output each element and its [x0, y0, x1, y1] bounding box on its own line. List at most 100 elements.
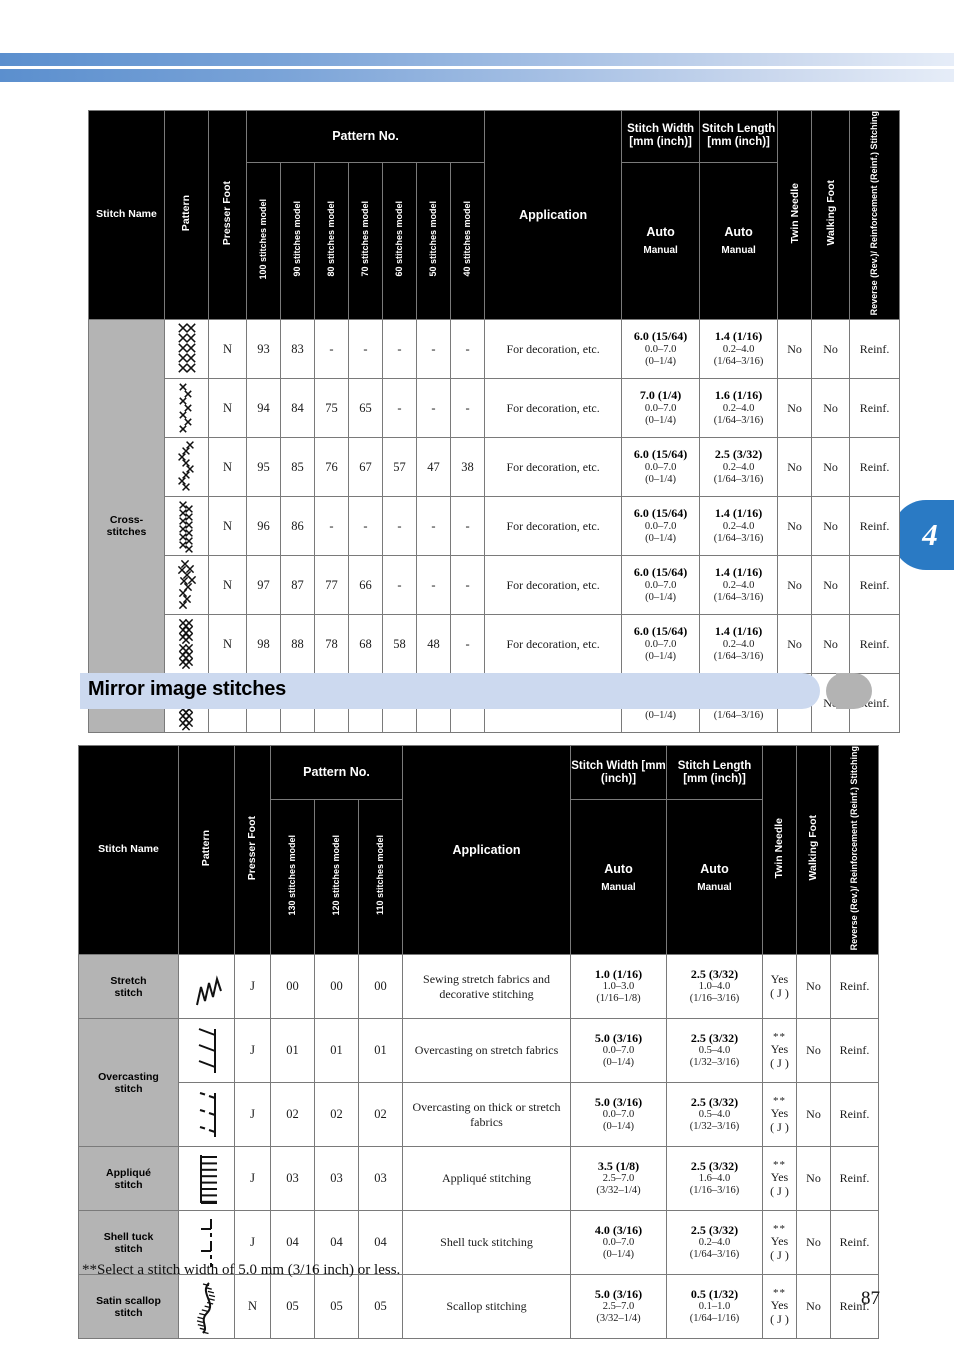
cell-presser-foot: N: [208, 496, 247, 557]
table-row: J 02 02 02 Overcasting on thick or stretch f…: [79, 1082, 879, 1148]
cell-stitch-width: 6.0 (15/64)0.0–7.0(0–1/4): [621, 496, 701, 557]
th-twin-needle: Twin Needle: [777, 109, 813, 321]
cell-pattern-no-1: 85: [280, 437, 315, 498]
cell-twin-needle: ** Yes( J ): [762, 1018, 797, 1084]
th2-stitch-length: Stitch Length [mm (inch)]: [666, 744, 763, 801]
table-row: N 95 85 76 67 57 47 38 For decoration, etc. 6.0 (…: [89, 437, 901, 498]
th2-walking-foot: Walking Foot: [796, 744, 831, 956]
cell-pattern-no-1: 00: [314, 954, 359, 1020]
cell-stitch-length: 2.5 (3/32) 1.0–4.0 (1/16–3/16): [666, 954, 763, 1020]
table-row: N 94 84 75 65- - - For decoration, etc. 7.0 (1/4…: [89, 378, 901, 439]
cell-walking-foot: No: [796, 1210, 831, 1276]
th-reverse-reinforcement: Reverse (Rev.)/ Reinforcement (Reinf.) S…: [849, 109, 901, 321]
cell-pattern-no-2: 05: [358, 1274, 403, 1340]
th-model-3: 70 stitches model: [348, 161, 383, 321]
cell-pattern-no-5: -: [416, 378, 451, 439]
cell-twin-needle: ** Yes( J ): [762, 1274, 797, 1340]
table-row: Appliqué stitch J 03 03 03 Appliqué stitching 3…: [78, 1146, 879, 1212]
th-model-6: 40 stitches model: [449, 161, 486, 321]
cell-stitch-width: 6.0 (15/64)0.0–7.0(0–1/4): [621, 319, 701, 380]
cell-reverse: Reinf.: [830, 1082, 879, 1148]
cell-presser-foot: J: [234, 1146, 271, 1212]
cell-pattern-no-3: 67: [348, 437, 383, 498]
th2-model-0: 130 stitches model: [270, 799, 315, 956]
stitch-pattern-icon: [164, 378, 209, 439]
cell-pattern-no-2: 01: [358, 1018, 403, 1084]
table-row: Cross-stitches N 93 83- - - - - For decoration, …: [88, 319, 901, 734]
th-model-4: 60 stitches model: [382, 161, 417, 321]
cell-pattern-no-6: 38: [449, 437, 486, 498]
cell-pattern-no-0: 94: [246, 378, 281, 439]
header-bar-upper: [0, 53, 954, 66]
cell-pattern-no-5: -: [416, 555, 451, 616]
cross-stitches-table: Stitch Name Pattern Presser Foot Pattern…: [88, 109, 901, 734]
cell-presser-foot: N: [234, 1274, 271, 1340]
stitch-pattern-icon: [164, 437, 209, 498]
table-row: Stretch stitch J 00 00 00 Sewing stretch fabri…: [78, 954, 879, 1020]
table-row: N 98 88 78 68 58 48- For decoration, etc. 6.0 (1…: [89, 614, 901, 675]
cell-application: For decoration, etc.: [484, 319, 623, 380]
cell-stitch-name: Satin scallop stitch: [78, 1274, 179, 1340]
th-width-auto-manual: Auto Manual: [621, 161, 701, 321]
manual-page: 4 Stitch Name Pattern Presser Foot Patte…: [0, 0, 954, 1348]
stitch-pattern-icon: [178, 1082, 235, 1148]
section-heading: Mirror image stitches: [80, 673, 876, 709]
th-walking-foot: Walking Foot: [811, 109, 851, 321]
cell-pattern-no-0: 97: [246, 555, 281, 616]
stitch-pattern-icon: [178, 1274, 235, 1340]
th-model-1: 90 stitches model: [280, 161, 315, 321]
cell-presser-foot: N: [208, 319, 247, 380]
cell-stitch-length: 1.4 (1/16)0.2–4.0(1/64–3/16): [699, 614, 779, 675]
table-row: N 97 87 77 66- - - For decoration, etc. 6.0 (15/…: [89, 555, 901, 616]
stitch-pattern-icon: [164, 614, 209, 675]
footnote: **Select a stitch width of 5.0 mm (3/16 …: [82, 1262, 401, 1278]
cell-application: For decoration, etc.: [484, 614, 623, 675]
cell-reverse: Reinf.: [849, 378, 901, 439]
cell-pattern-no-5: 48: [416, 614, 451, 675]
cell-application: For decoration, etc.: [484, 378, 623, 439]
cell-pattern-no-4: 57: [382, 437, 417, 498]
cell-pattern-no-0: 93: [246, 319, 281, 380]
cell-stitch-length: 1.4 (1/16)0.2–4.0(1/64–3/16): [699, 496, 779, 557]
cell-walking-foot: No: [811, 437, 851, 498]
cell-pattern-no-1: 05: [314, 1274, 359, 1340]
cell-pattern-no-3: 66: [348, 555, 383, 616]
th2-pattern: Pattern: [178, 744, 235, 956]
th2-model-1: 120 stitches model: [314, 799, 359, 956]
cell-walking-foot: No: [796, 1146, 831, 1212]
th-length-auto-manual: Auto Manual: [699, 161, 779, 321]
cell-pattern-no-2: 03: [358, 1146, 403, 1212]
cell-pattern-no-1: 88: [280, 614, 315, 675]
cell-stitch-width: 4.0 (3/16) 0.0–7.0 (0–1/4): [570, 1210, 667, 1276]
cell-presser-foot: J: [234, 1018, 271, 1084]
cell-twin-needle: No: [777, 496, 813, 557]
cell-stitch-name: Appliqué stitch: [78, 1146, 179, 1212]
cell-pattern-no-3: -: [348, 319, 383, 380]
stitch-pattern-icon: [178, 1018, 235, 1084]
cell-walking-foot: No: [811, 496, 851, 557]
cell-walking-foot: No: [811, 555, 851, 616]
cell-stitch-length: 2.5 (3/32) 0.2–4.0 (1/64–3/16): [699, 437, 779, 498]
cell-application: Scallop stitching: [402, 1274, 571, 1340]
th-model-5: 50 stitches model: [416, 161, 451, 321]
cell-stitch-length: 1.6 (1/16) 0.2–4.0 (1/64–3/16): [699, 378, 779, 439]
cell-walking-foot: No: [811, 319, 851, 380]
header-bar-lower: [0, 69, 954, 82]
cell-reverse: Reinf.: [830, 1146, 879, 1212]
mirror-image-stitches-table: Stitch Name Pattern Presser Foot Pattern…: [78, 744, 879, 1340]
cell-pattern-no-1: 86: [280, 496, 315, 557]
cell-stitch-width: 7.0 (1/4) 0.0–7.0 (0–1/4): [621, 378, 701, 439]
cell-application: Overcasting on stretch fabrics: [402, 1018, 571, 1084]
cell-pattern-no-0: 05: [270, 1274, 315, 1340]
cell-reverse: Reinf.: [830, 1018, 879, 1084]
th2-stitch-width: Stitch Width [mm (inch)]: [570, 744, 667, 801]
cell-presser-foot: J: [234, 1082, 271, 1148]
cell-reverse: Reinf.: [849, 319, 901, 380]
table-row: N 96 86- - - - - For decoration, etc. 6.0 (15/64…: [89, 496, 901, 557]
cell-pattern-no-3: 68: [348, 614, 383, 675]
cell-application: Sewing stretch fabrics and decorative st…: [402, 954, 571, 1020]
cell-stitch-name: Stretch stitch: [78, 954, 179, 1020]
cell-pattern-no-1: 02: [314, 1082, 359, 1148]
cell-pattern-no-2: -: [314, 319, 349, 380]
cell-twin-needle: ** Yes( J ): [762, 1146, 797, 1212]
